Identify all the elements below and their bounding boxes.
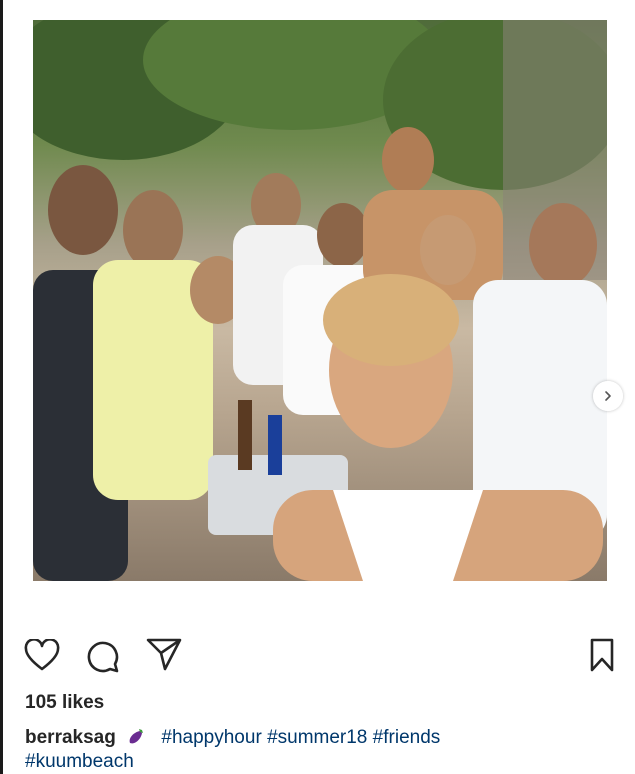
bookmark-icon	[590, 638, 614, 672]
save-button[interactable]	[582, 635, 622, 675]
paper-plane-icon	[146, 638, 182, 671]
eggplant-emoji-icon	[129, 729, 144, 744]
hashtag-link[interactable]: #summer18	[267, 727, 367, 748]
likes-count[interactable]: 105 likes	[25, 692, 104, 714]
share-button[interactable]	[144, 634, 184, 674]
hashtag-link[interactable]: #friends	[373, 727, 441, 748]
window-edge	[0, 0, 3, 774]
hashtag-link[interactable]: #happyhour	[161, 727, 261, 748]
heart-icon	[24, 639, 60, 671]
carousel-next-button[interactable]	[593, 381, 623, 411]
chevron-right-icon	[605, 391, 611, 401]
caption-username[interactable]: berraksag	[25, 727, 116, 748]
comment-icon	[87, 641, 119, 673]
photo-illustration	[33, 20, 607, 581]
post-photo[interactable]	[33, 20, 607, 581]
hashtag-link[interactable]: #kuumbeach	[25, 751, 134, 772]
comment-button[interactable]	[83, 636, 123, 676]
post-caption: berraksag #happyhour #summer18 #friends …	[25, 726, 615, 774]
like-button[interactable]	[22, 636, 62, 676]
